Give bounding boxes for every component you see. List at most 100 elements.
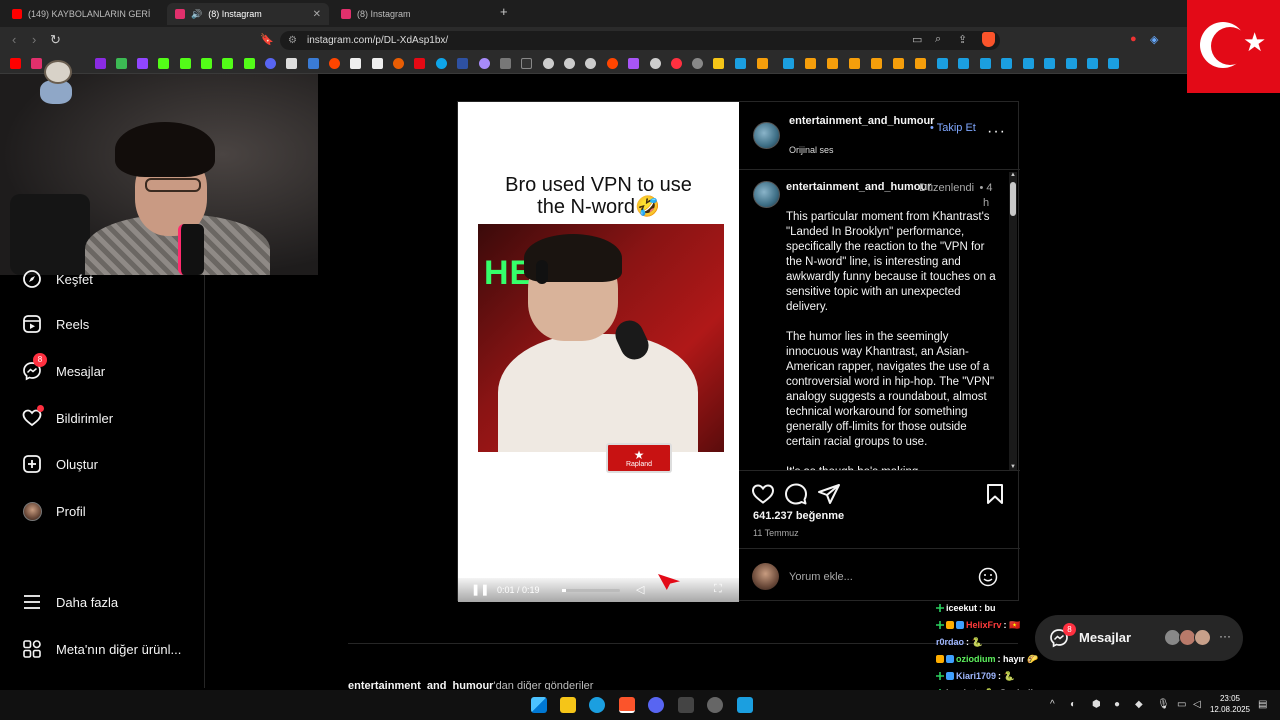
bookmark-icon[interactable]: [244, 58, 255, 69]
chat-username[interactable]: r0rdao: [936, 637, 964, 647]
audio-label[interactable]: Orijinal ses: [789, 145, 834, 155]
bookmark-icon[interactable]: [308, 58, 319, 69]
file-explorer-icon[interactable]: [560, 697, 576, 713]
chat-username[interactable]: iceekut: [946, 603, 977, 613]
extension-icon[interactable]: ●: [1130, 33, 1137, 45]
sidebar-item-explore[interactable]: Keşfet: [22, 267, 93, 291]
scroll-up-icon[interactable]: ▲: [1010, 172, 1016, 178]
bookmark-folder-icon[interactable]: [713, 58, 724, 69]
back-icon[interactable]: ‹: [12, 32, 16, 47]
bookmark-icon[interactable]: [671, 58, 682, 69]
cast-icon[interactable]: ▭: [912, 33, 922, 46]
comment-author-avatar[interactable]: [753, 181, 780, 208]
tray-icon[interactable]: ◐: [1070, 699, 1076, 710]
bookmark-icon[interactable]: [350, 58, 361, 69]
close-tab-icon[interactable]: ✕: [313, 9, 321, 20]
brave-icon[interactable]: [619, 697, 635, 713]
bookmark-icon[interactable]: [222, 58, 233, 69]
video-frame[interactable]: HE AR: [478, 224, 724, 452]
emoji-icon[interactable]: [978, 567, 998, 587]
bookmark-steam-icon[interactable]: [1044, 58, 1055, 69]
volume-icon[interactable]: ◁: [1193, 699, 1201, 710]
bookmark-reddit-icon[interactable]: [607, 58, 618, 69]
bookmark-twitch-icon[interactable]: [137, 58, 148, 69]
bookmark-steam-icon[interactable]: [1001, 58, 1012, 69]
author-username[interactable]: entertainment_and_humour: [789, 115, 934, 128]
new-tab-button[interactable]: +: [500, 4, 508, 19]
video-progress-bar[interactable]: [562, 589, 620, 592]
tray-icon[interactable]: ◆: [1135, 699, 1143, 710]
taskbar-clock[interactable]: 23:05 12.08.2025: [1208, 693, 1252, 715]
tray-icon[interactable]: ⬢: [1092, 699, 1101, 710]
windows-start-icon[interactable]: [531, 697, 547, 713]
like-button[interactable]: [751, 482, 775, 506]
more-options-icon[interactable]: ···: [1219, 629, 1231, 643]
bookmark-icon[interactable]: [265, 58, 276, 69]
bookmark-steam-icon[interactable]: [783, 58, 794, 69]
tab-youtube[interactable]: (149) KAYBOLANLARIN GERİ DÖNEMEDİĞİ: [4, 3, 164, 25]
bookmark-icon[interactable]: [436, 58, 447, 69]
bookmark-icon[interactable]: [849, 58, 860, 69]
fullscreen-icon[interactable]: ⛶: [714, 583, 722, 596]
brave-shields-icon[interactable]: [982, 32, 995, 47]
bookmark-drive-icon[interactable]: [116, 58, 127, 69]
bookmark-icon[interactable]: [827, 58, 838, 69]
bookmark-icon[interactable]: [393, 58, 404, 69]
microphone-icon[interactable]: 🎙: [1157, 699, 1170, 710]
bookmark-icon[interactable]: [692, 58, 703, 69]
bookmark-steam-icon[interactable]: [980, 58, 991, 69]
bookmark-kick-icon[interactable]: [201, 58, 212, 69]
bookmark-icon[interactable]: [915, 58, 926, 69]
tab-instagram[interactable]: (8) Instagram: [333, 3, 495, 25]
chevron-up-icon[interactable]: ^: [1050, 699, 1055, 710]
save-button[interactable]: [983, 482, 1007, 506]
notification-icon[interactable]: ▤: [1258, 699, 1267, 710]
bookmark-steam-icon[interactable]: [1066, 58, 1077, 69]
steam-icon[interactable]: [589, 697, 605, 713]
pause-icon[interactable]: ❚❚: [471, 583, 489, 596]
network-icon[interactable]: ▭: [1177, 699, 1186, 710]
scrollbar-thumb[interactable]: [1010, 182, 1016, 216]
bookmark-icon[interactable]: [893, 58, 904, 69]
chat-username[interactable]: HelixFrv: [966, 620, 1002, 630]
bookmark-kick-icon[interactable]: [158, 58, 169, 69]
discord-icon[interactable]: [648, 697, 664, 713]
post-date[interactable]: 11 Temmuz: [753, 528, 799, 538]
bookmark-steam-icon[interactable]: [735, 58, 746, 69]
more-options-icon[interactable]: ···: [987, 123, 1006, 141]
sidebar-item-meta-products[interactable]: Meta'nın diğer ürünl...: [22, 637, 181, 661]
bookmark-amazon-icon[interactable]: [372, 58, 383, 69]
steam-icon[interactable]: [737, 697, 753, 713]
bookmark-icon[interactable]: [500, 58, 511, 69]
post-media[interactable]: Bro used VPN to use the N-word🤣 HE AR ★ …: [458, 102, 739, 602]
app-icon[interactable]: [707, 697, 723, 713]
comment-button[interactable]: [784, 482, 808, 506]
bookmark-x-icon[interactable]: [286, 58, 297, 69]
bookmark-steam-icon[interactable]: [1087, 58, 1098, 69]
bookmark-steam-icon[interactable]: [1108, 58, 1119, 69]
chat-username[interactable]: Kiari1709: [956, 671, 996, 681]
steam-tray-icon[interactable]: ●: [1114, 699, 1120, 710]
app-icon[interactable]: [678, 697, 694, 713]
follow-button[interactable]: • Takip Et: [930, 122, 976, 134]
chat-username[interactable]: oziodium: [956, 654, 996, 664]
forward-icon[interactable]: ›: [32, 32, 36, 47]
likes-count[interactable]: 641.237 beğenme: [753, 510, 844, 522]
bookmark-kick-icon[interactable]: [180, 58, 191, 69]
tab-instagram-active[interactable]: 🔊 (8) Instagram ✕: [167, 3, 329, 25]
bookmark-icon[interactable]: [521, 58, 532, 69]
bookmark-steam-icon[interactable]: [1023, 58, 1034, 69]
bookmark-steam-icon[interactable]: [958, 58, 969, 69]
bookmark-icon[interactable]: [543, 58, 554, 69]
zoom-icon[interactable]: ⌕: [935, 33, 941, 46]
author-avatar[interactable]: [753, 122, 780, 149]
share-button[interactable]: [817, 482, 841, 506]
bookmark-netflix-icon[interactable]: [414, 58, 425, 69]
sidebar-item-profile[interactable]: Profil: [22, 499, 86, 523]
bookmark-icon[interactable]: [95, 58, 106, 69]
bookmark-icon[interactable]: [457, 58, 468, 69]
reload-icon[interactable]: ↻: [50, 32, 61, 48]
bookmark-icon[interactable]: [564, 58, 575, 69]
bookmark-reddit-icon[interactable]: [329, 58, 340, 69]
sidebar-item-notifications[interactable]: Bildirimler: [22, 405, 113, 430]
